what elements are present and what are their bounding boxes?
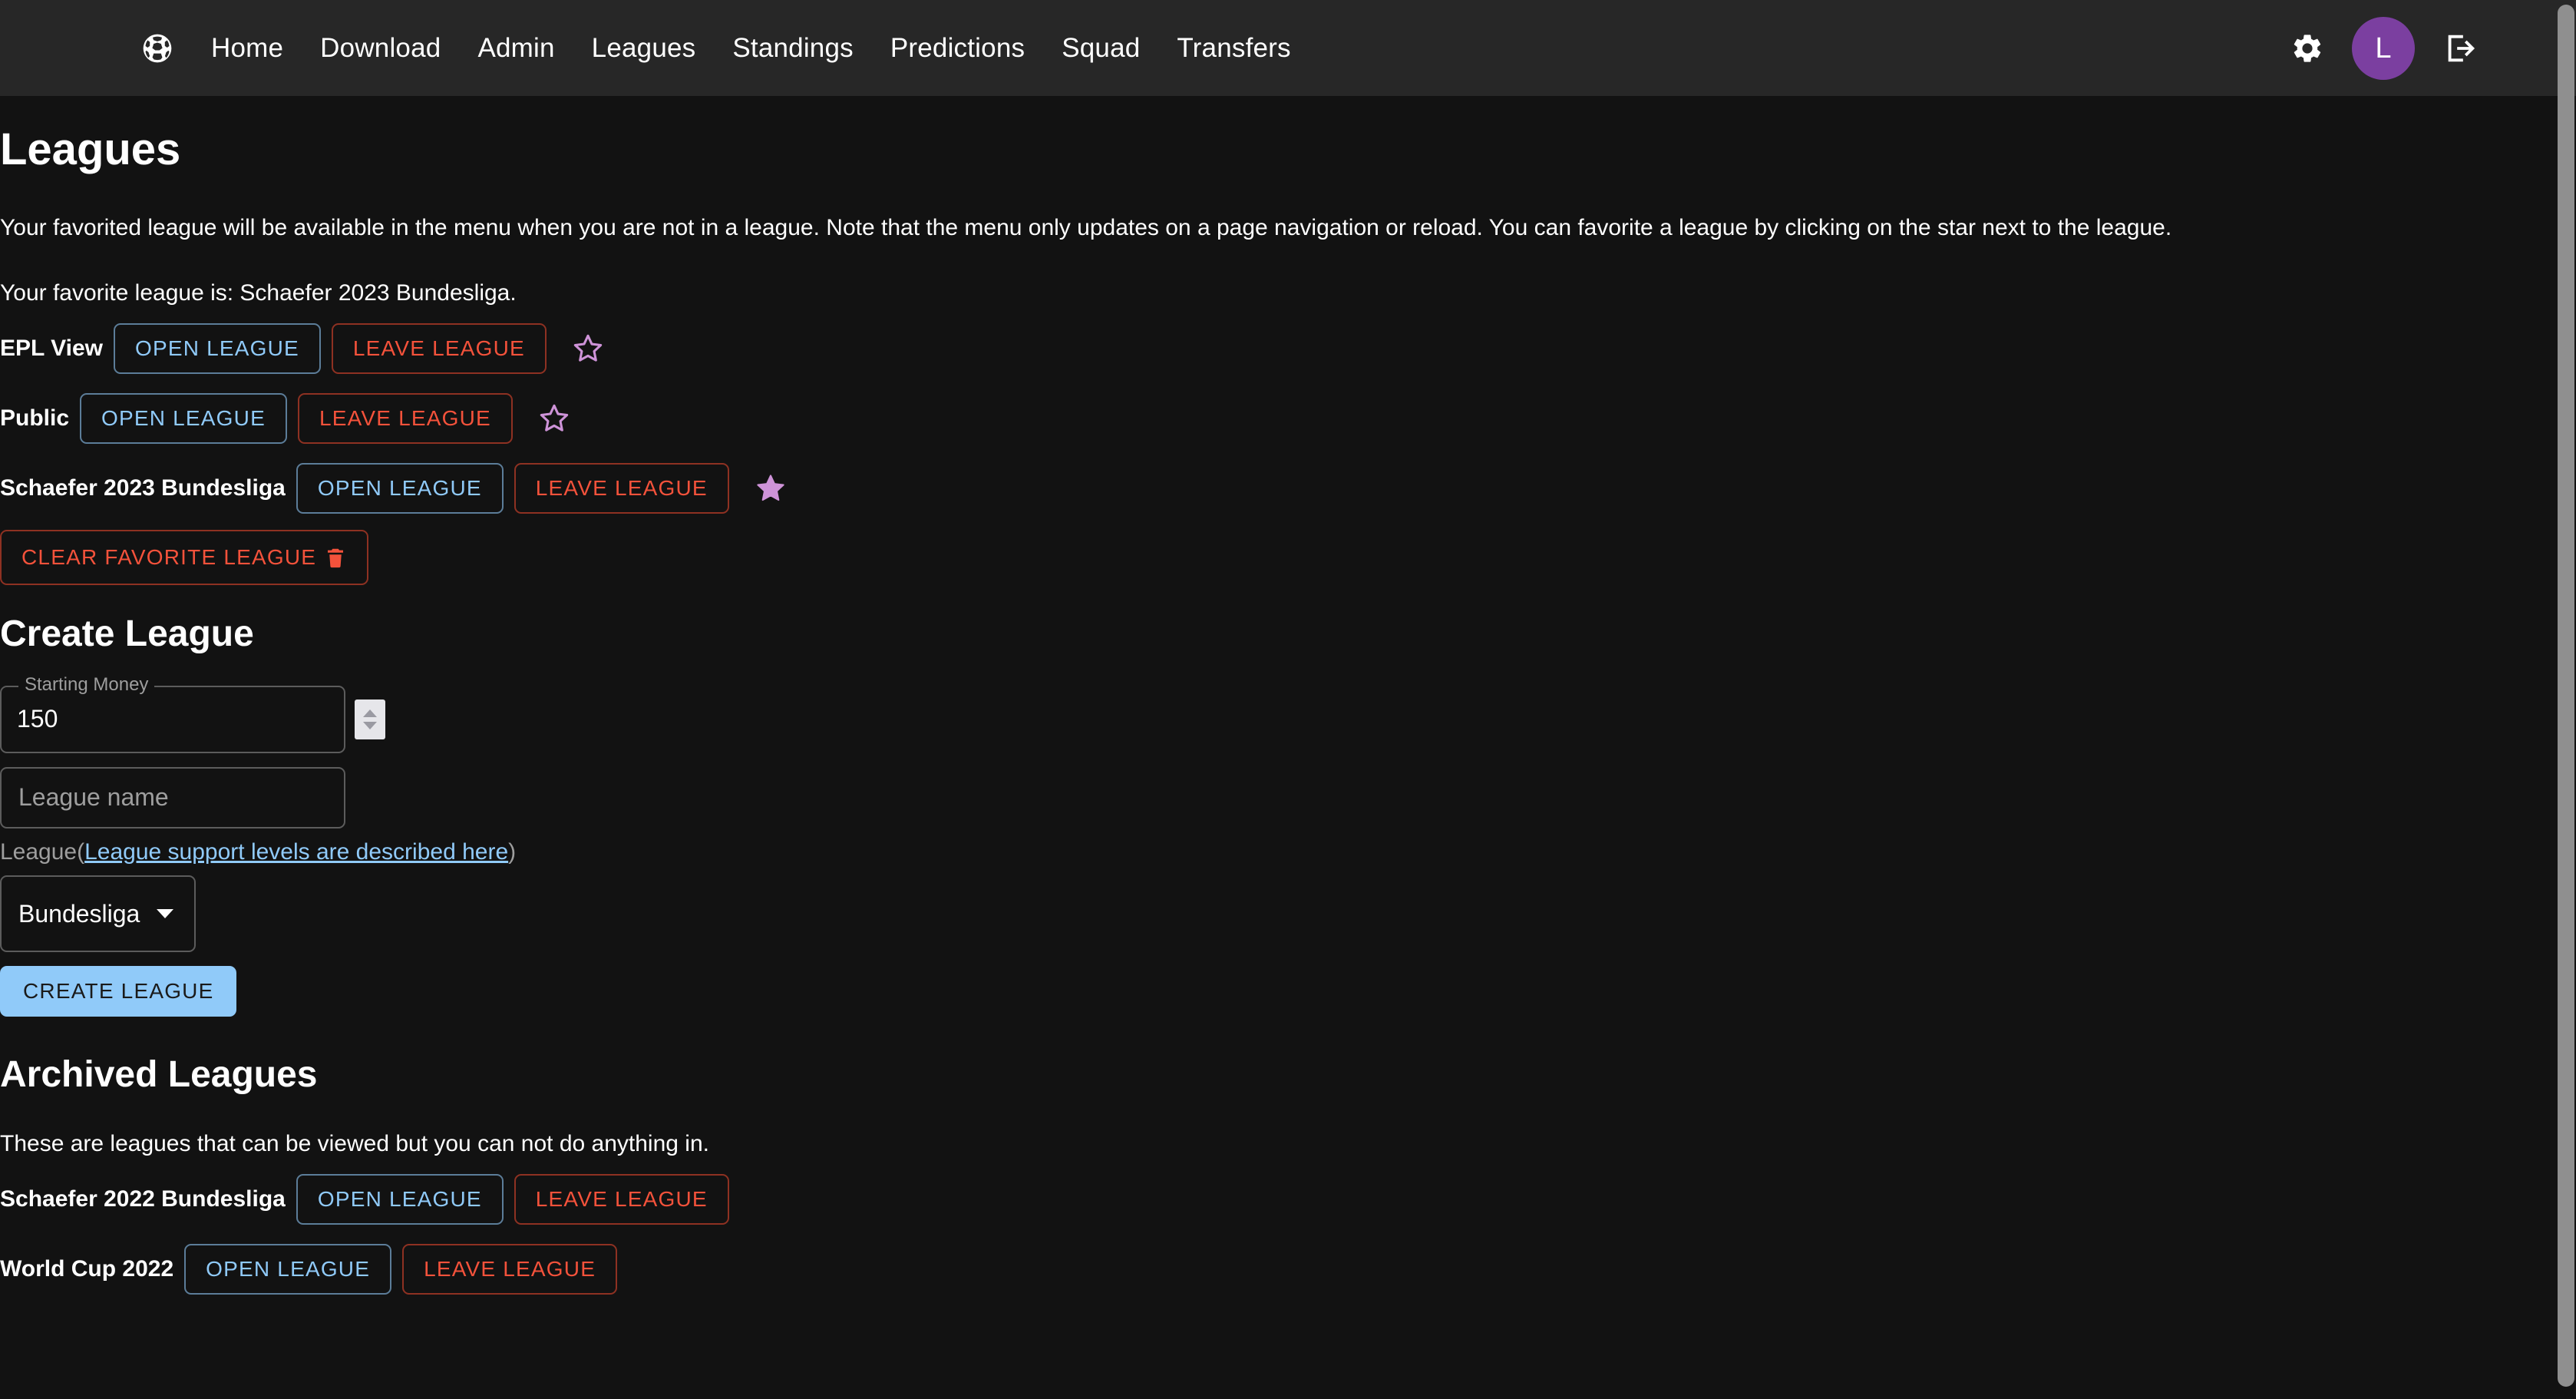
- favorite-star-button[interactable]: [568, 329, 608, 369]
- nav-item-admin[interactable]: Admin: [459, 35, 573, 61]
- open-league-button[interactable]: OPEN LEAGUE: [80, 392, 287, 444]
- logout-icon[interactable]: [2442, 31, 2478, 66]
- league-support-line: League(League support levels are describ…: [0, 839, 2555, 865]
- favorite-star-button[interactable]: [534, 399, 574, 438]
- avatar[interactable]: L: [2352, 16, 2415, 80]
- clear-favorite-league-button[interactable]: CLEAR FAVORITE LEAGUE: [0, 529, 369, 585]
- open-league-button[interactable]: OPEN LEAGUE: [296, 1174, 504, 1225]
- starting-money-label: Starting Money: [18, 675, 155, 694]
- number-stepper-icon[interactable]: [355, 699, 385, 739]
- clear-favorite-label: CLEAR FAVORITE LEAGUE: [21, 544, 317, 569]
- star-filled-icon: [757, 475, 784, 501]
- table-row: EPL View OPEN LEAGUE LEAVE LEAGUE: [0, 322, 2555, 374]
- nav-item-home[interactable]: Home: [193, 35, 302, 61]
- leave-league-button[interactable]: LEAVE LEAGUE: [297, 392, 513, 444]
- open-league-button[interactable]: OPEN LEAGUE: [184, 1244, 392, 1295]
- soccer-ball-icon[interactable]: [140, 31, 174, 65]
- table-row: Public OPEN LEAGUE LEAVE LEAGUE: [0, 392, 2555, 444]
- open-league-button[interactable]: OPEN LEAGUE: [113, 322, 321, 374]
- favorite-league-paragraph: Your favorite league is: Schaefer 2023 B…: [0, 279, 517, 306]
- archived-leagues-heading: Archived Leagues: [0, 1053, 318, 1095]
- starting-money-input[interactable]: [2, 686, 355, 752]
- league-name-field[interactable]: [0, 766, 358, 828]
- nav-item-leagues[interactable]: Leagues: [573, 35, 715, 61]
- league-support-link[interactable]: League support levels are described here: [84, 839, 508, 865]
- star-outline-icon: [540, 404, 569, 432]
- nav-item-transfers[interactable]: Transfers: [1158, 35, 1309, 61]
- league-name: Schaefer 2023 Bundesliga: [0, 475, 286, 501]
- nav-item-predictions[interactable]: Predictions: [872, 35, 1043, 61]
- table-row: Schaefer 2023 Bundesliga OPEN LEAGUE LEA…: [0, 462, 2555, 514]
- nav-item-download[interactable]: Download: [302, 35, 459, 61]
- archived-description: These are leagues that can be viewed but…: [0, 1131, 709, 1157]
- starting-money-field[interactable]: Starting Money: [0, 675, 385, 753]
- scroll-viewport: Home Download Admin Leagues Standings Pr…: [0, 0, 2555, 1399]
- scrollbar-thumb[interactable]: [2558, 5, 2574, 1387]
- league-name: EPL View: [0, 335, 103, 361]
- leave-league-button[interactable]: LEAVE LEAGUE: [402, 1244, 618, 1295]
- table-row: World Cup 2022 OPEN LEAGUE LEAVE LEAGUE: [0, 1244, 2555, 1295]
- gear-icon[interactable]: [2290, 31, 2324, 65]
- league-type-value: Bundesliga: [18, 899, 140, 928]
- create-league-button[interactable]: CREATE LEAGUE: [0, 965, 237, 1017]
- leave-league-button[interactable]: LEAVE LEAGUE: [514, 462, 729, 514]
- league-name: World Cup 2022: [0, 1256, 174, 1282]
- clear-favorite-row: CLEAR FAVORITE LEAGUE: [0, 529, 2555, 585]
- page-title: Leagues: [0, 124, 181, 174]
- nav-item-standings[interactable]: Standings: [714, 35, 871, 61]
- stepper-down-icon[interactable]: [363, 721, 377, 729]
- create-league-heading: Create League: [0, 613, 254, 654]
- league-support-suffix: ): [508, 838, 517, 865]
- league-name: Schaefer 2022 Bundesliga: [0, 1186, 286, 1212]
- league-name: Public: [0, 405, 70, 431]
- trash-icon: [328, 548, 344, 567]
- league-name-input[interactable]: [2, 768, 358, 827]
- vertical-scrollbar[interactable]: [2555, 0, 2576, 1399]
- nav-item-squad[interactable]: Squad: [1043, 35, 1158, 61]
- chevron-down-icon[interactable]: [157, 908, 174, 918]
- appbar-actions: L: [2290, 0, 2478, 96]
- star-outline-icon: [573, 334, 603, 362]
- page-root: Home Download Admin Leagues Standings Pr…: [0, 0, 2576, 1399]
- primary-navigation: Home Download Admin Leagues Standings Pr…: [140, 31, 1309, 65]
- league-support-prefix: League(: [0, 838, 85, 865]
- stepper-up-icon[interactable]: [363, 709, 377, 717]
- favorite-star-button[interactable]: [751, 468, 791, 508]
- table-row: Schaefer 2022 Bundesliga OPEN LEAGUE LEA…: [0, 1174, 2555, 1225]
- intro-paragraph: Your favorited league will be available …: [0, 214, 2172, 240]
- leave-league-button[interactable]: LEAVE LEAGUE: [331, 322, 547, 374]
- top-app-bar: Home Download Admin Leagues Standings Pr…: [0, 0, 2555, 96]
- main-content: Leagues Your favorited league will be av…: [0, 124, 2555, 1295]
- leave-league-button[interactable]: LEAVE LEAGUE: [514, 1174, 729, 1225]
- league-type-select[interactable]: Bundesliga: [0, 875, 196, 952]
- open-league-button[interactable]: OPEN LEAGUE: [296, 462, 504, 514]
